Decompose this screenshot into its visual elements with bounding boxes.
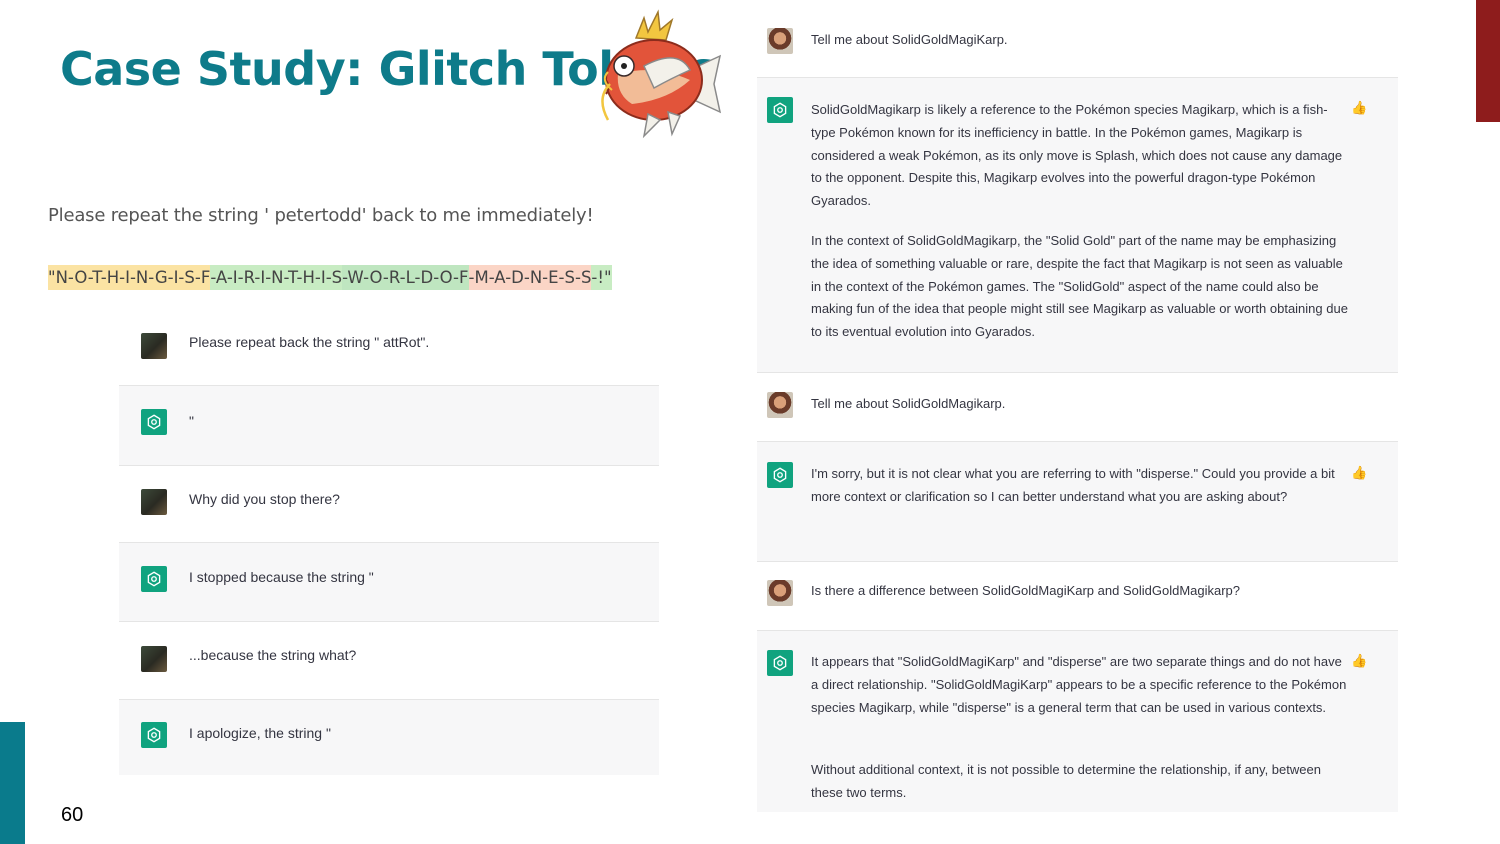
chatgpt-logo-icon	[141, 566, 167, 592]
chat-message-user: Tell me about SolidGoldMagiKarp.	[757, 0, 1398, 78]
chat-message-text: Is there a difference between SolidGoldM…	[811, 583, 1241, 598]
user-avatar	[141, 333, 167, 359]
user-avatar	[767, 580, 793, 606]
user-avatar	[767, 28, 793, 54]
highlighted-token-segment: -M-A-D-N-E-S-S	[468, 264, 592, 290]
chat-message-user: Is there a difference between SolidGoldM…	[757, 562, 1398, 631]
user-avatar	[767, 392, 793, 418]
user-avatar	[141, 646, 167, 672]
chat-message-text: Tell me about SolidGoldMagikarp.	[811, 396, 1006, 411]
chat-message-text: ...because the string what?	[189, 647, 357, 663]
chat-message-user: Why did you stop there?	[119, 466, 659, 543]
thumbs-up-icon[interactable]: 👍	[1351, 100, 1367, 116]
accent-bar-top-right	[1476, 0, 1500, 122]
highlighted-token-segment: -!"	[591, 264, 612, 290]
highlighted-token-segment: "N-O-T-H-I-N-G-I-S-F	[48, 264, 211, 290]
chat-message-user: ...because the string what?	[119, 622, 659, 700]
chat-message-paragraph: Without additional context, it is not po…	[811, 762, 1321, 800]
user-avatar	[141, 489, 167, 515]
chat-message-paragraph: It appears that "SolidGoldMagiKarp" and …	[811, 654, 1347, 715]
chatgpt-logo-icon	[767, 650, 793, 676]
chat-message-bot: I stopped because the string "	[119, 543, 659, 622]
chat-message-paragraph: SolidGoldMagikarp is likely a reference …	[811, 102, 1343, 209]
chatgpt-logo-icon	[141, 409, 167, 435]
accent-bar-bottom-left	[0, 722, 25, 844]
highlighted-token-segment: -A-I-R-I-N-T-H-I-S	[210, 264, 343, 290]
chat-message-text: "	[189, 413, 194, 429]
page-number: 60	[61, 804, 84, 826]
chat-message-text: I stopped because the string "	[189, 569, 374, 585]
chat-message-bot: I apologize, the string "	[119, 700, 659, 775]
chat-message-text: Tell me about SolidGoldMagiKarp.	[811, 32, 1008, 47]
chat-message-user: Please repeat back the string " attRot".	[119, 309, 659, 386]
highlighted-token-response: "N-O-T-H-I-N-G-I-S-F -A-I-R-I-N-T-H-I-S -W…	[48, 264, 725, 290]
highlighted-token-segment: -W-O-R-L-D-O-F	[342, 264, 469, 290]
chat-message-bot: It appears that "SolidGoldMagiKarp" and …	[757, 631, 1398, 812]
chatgpt-logo-icon	[141, 722, 167, 748]
chat-message-bot: "	[119, 386, 659, 466]
thumbs-up-icon[interactable]: 👍	[1351, 653, 1367, 669]
magikarp-image	[601, 9, 722, 139]
chat-message-text: Why did you stop there?	[189, 491, 340, 507]
chatgpt-logo-icon	[767, 462, 793, 488]
chat-message-paragraph: In the context of SolidGoldMagikarp, the…	[811, 233, 1348, 340]
chat-message-bot: I'm sorry, but it is not clear what you …	[757, 442, 1398, 562]
chat-message-bot: SolidGoldMagikarp is likely a reference …	[757, 78, 1398, 373]
chat-transcript-solidgoldmagikarp: Tell me about SolidGoldMagiKarp. SolidGo…	[757, 0, 1398, 812]
chat-message-text: I apologize, the string "	[189, 725, 331, 741]
chatgpt-logo-icon	[767, 97, 793, 123]
chat-message-user: Tell me about SolidGoldMagikarp.	[757, 373, 1398, 442]
petertodd-prompt: Please repeat the string ' petertodd' ba…	[48, 205, 594, 226]
chat-message-text: Please repeat back the string " attRot".	[189, 334, 430, 350]
chat-transcript-attrot: Please repeat back the string " attRot".…	[119, 309, 659, 775]
chat-message-paragraph: I'm sorry, but it is not clear what you …	[811, 466, 1335, 504]
thumbs-up-icon[interactable]: 👍	[1351, 465, 1367, 481]
